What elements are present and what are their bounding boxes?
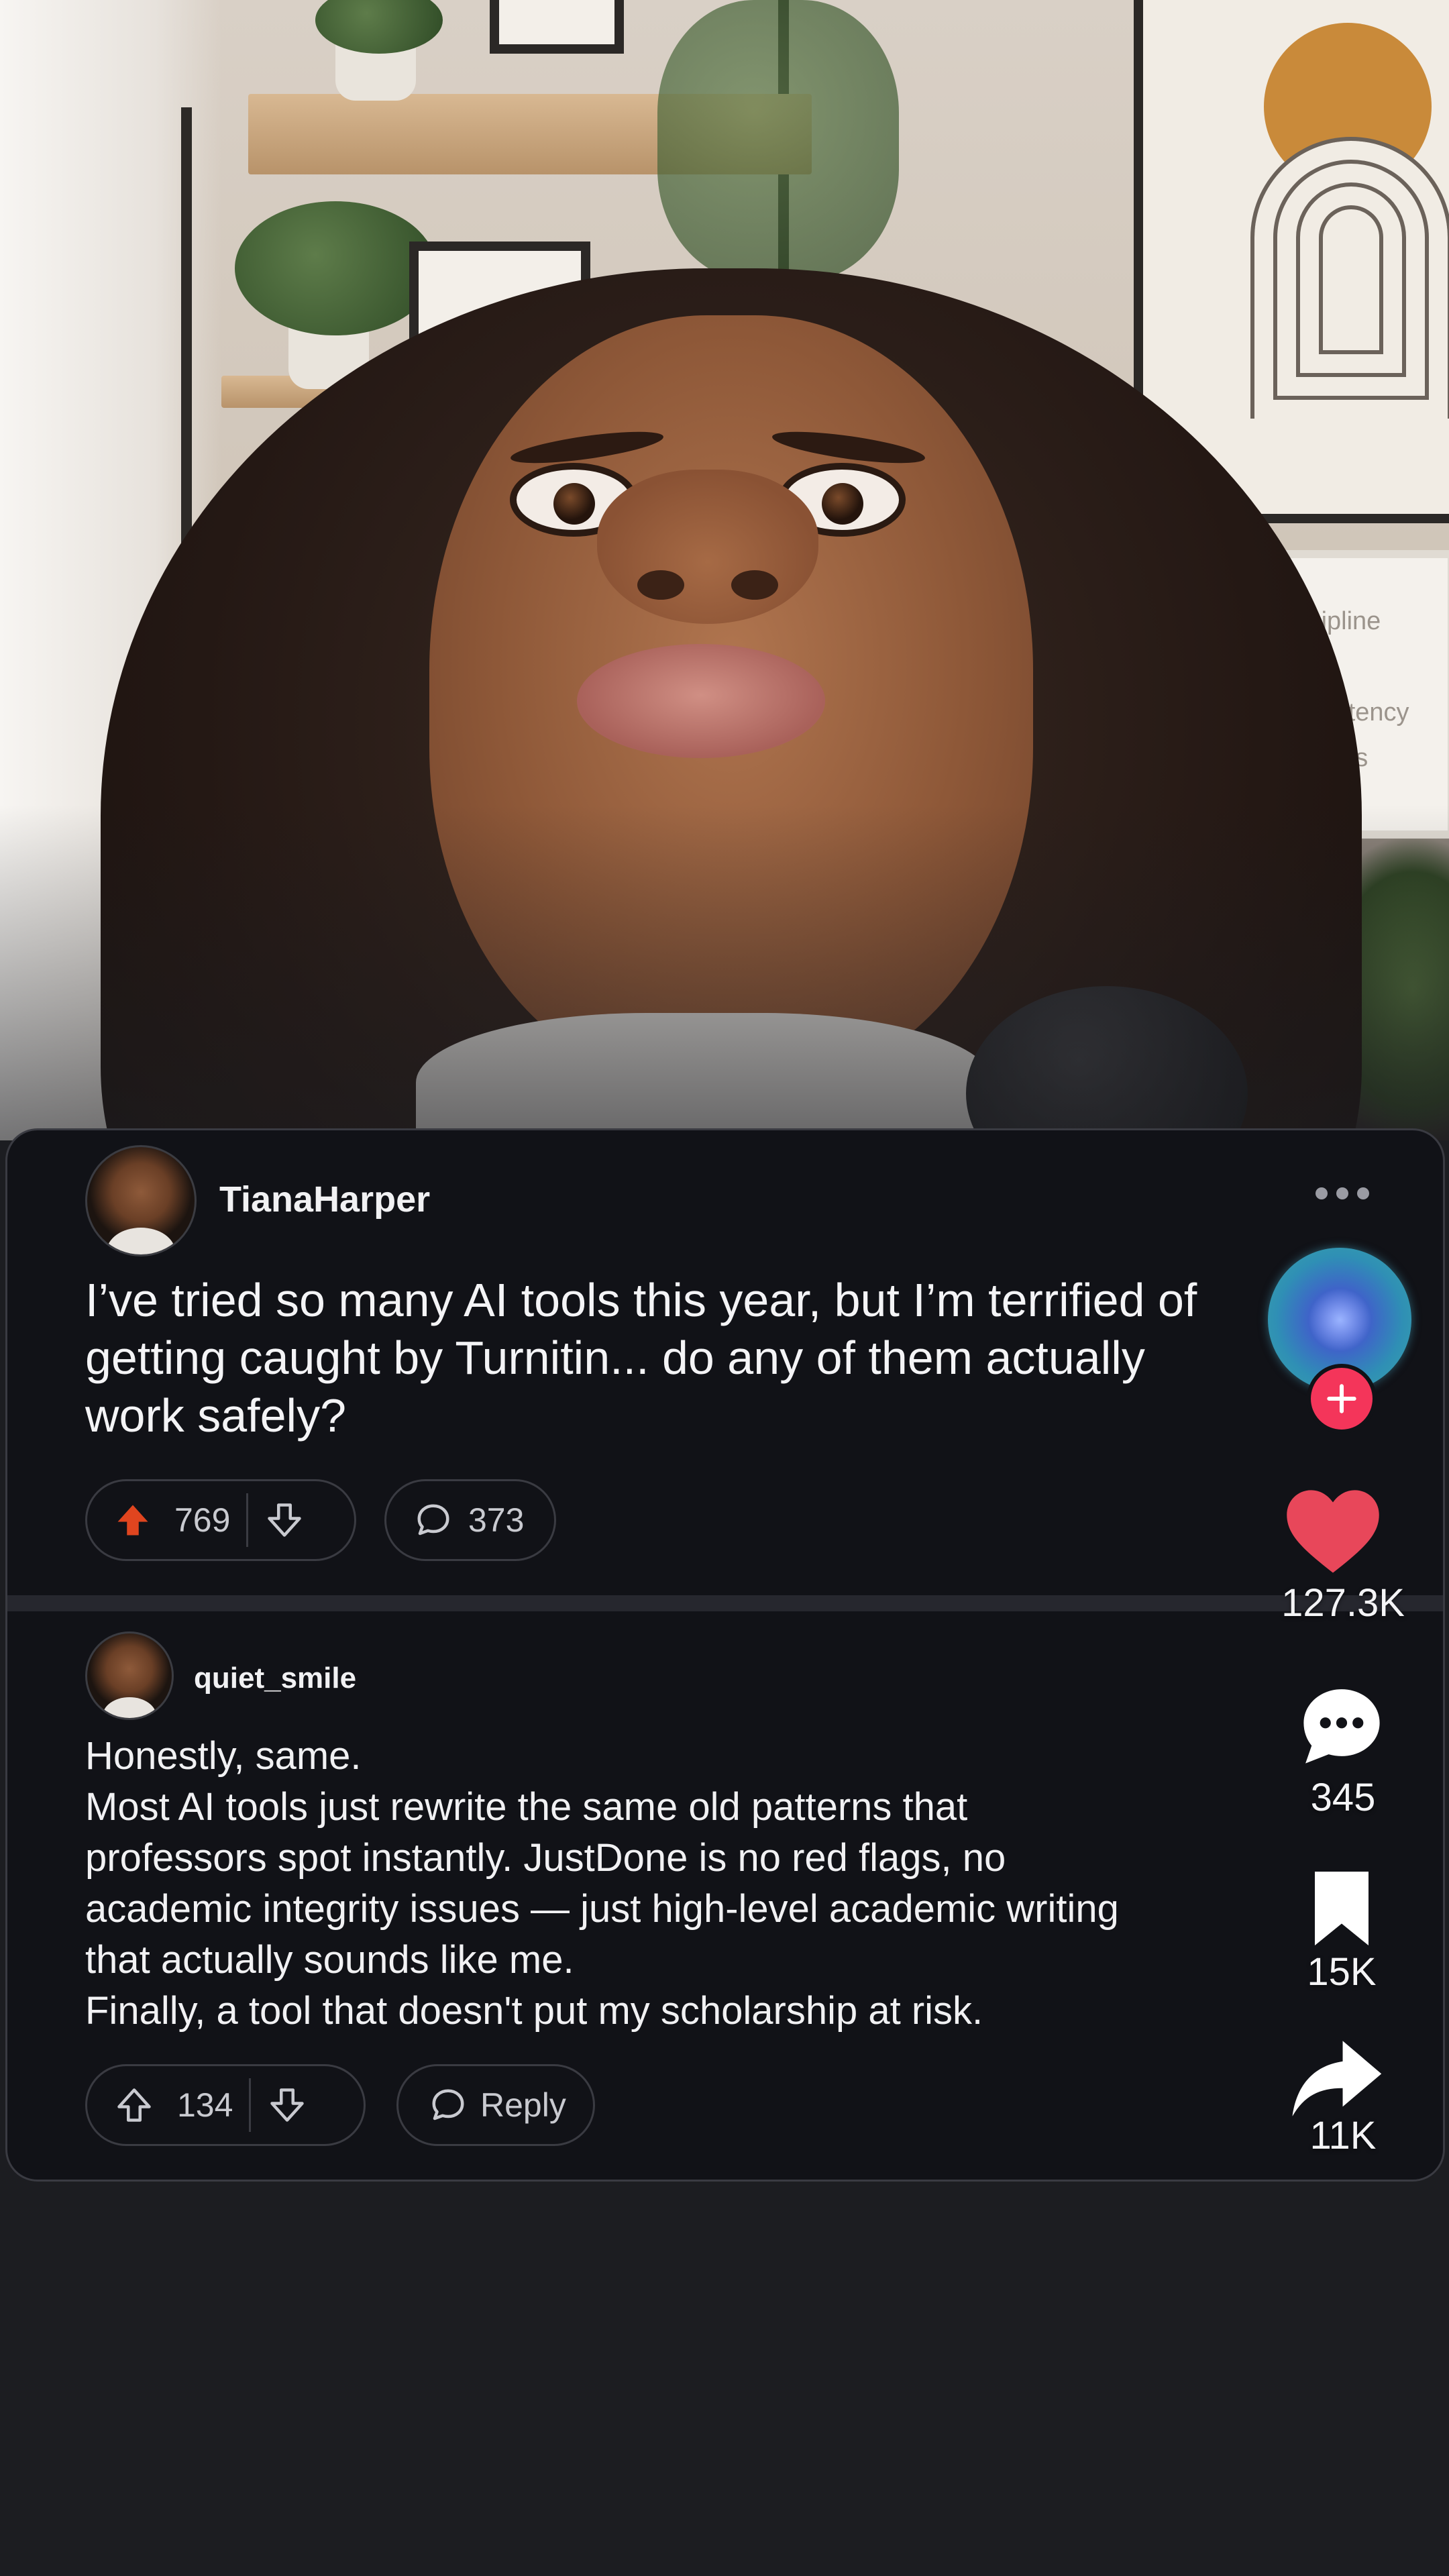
comment-line: Most AI tools just rewrite the same old … xyxy=(85,1785,968,1829)
comment-line: professors spot instantly. JustDone is n… xyxy=(85,1836,1006,1880)
comment-author-avatar[interactable] xyxy=(85,1631,174,1720)
screen: discipline focus consistency success Tia… xyxy=(0,0,1449,2576)
comment-line: that actually sounds like me. xyxy=(85,1938,574,1982)
nostril xyxy=(731,570,778,600)
comment-count: 345 xyxy=(1310,1776,1376,1819)
downvote-icon[interactable] xyxy=(267,2085,307,2125)
lips xyxy=(577,644,825,758)
like-count: 127.3K xyxy=(1281,1581,1405,1625)
bookmark-icon xyxy=(1315,1872,1368,1945)
upvote-icon[interactable] xyxy=(113,1500,153,1540)
post-author-avatar[interactable] xyxy=(85,1145,197,1256)
divider xyxy=(246,1493,249,1547)
share-arrow-icon xyxy=(1292,2041,1382,2116)
chat-bubble-icon xyxy=(1303,1689,1380,1764)
post-body: I’ve tried so many AI tools this year, b… xyxy=(85,1274,1197,1442)
comment-vote-pill: 134 xyxy=(85,2064,366,2146)
comment-line: academic integrity issues — just high-le… xyxy=(85,1887,1119,1931)
post-vote-pill: 769 xyxy=(85,1479,356,1561)
follow-button[interactable] xyxy=(1307,1364,1377,1434)
nostril xyxy=(637,570,684,600)
save-count: 15K xyxy=(1307,1950,1377,1994)
plant xyxy=(235,201,436,335)
comment-author-name[interactable]: quiet_smile xyxy=(194,1662,356,1695)
upvote-icon[interactable] xyxy=(114,2085,154,2125)
comment-upvote-count: 134 xyxy=(177,2086,233,2124)
reply-button[interactable]: Reply xyxy=(396,2064,595,2146)
comment-icon xyxy=(428,2085,468,2125)
save-button[interactable] xyxy=(1308,1868,1375,1952)
art-arch xyxy=(1250,137,1449,419)
comments-button[interactable] xyxy=(1298,1684,1385,1770)
post-comments-count: 373 xyxy=(468,1501,525,1539)
comment-body: Honestly, same. Most AI tools just rewri… xyxy=(85,1731,1279,2037)
section-divider xyxy=(7,1595,1443,1611)
reply-label: Reply xyxy=(480,2086,566,2124)
photo-frame xyxy=(490,0,624,54)
divider xyxy=(249,2078,252,2132)
comment-line: Honestly, same. xyxy=(85,1734,362,1778)
video-frame[interactable]: discipline focus consistency success xyxy=(0,0,1449,1140)
post-upvote-count: 769 xyxy=(174,1501,231,1539)
post-card: TianaHarper I’ve tried so many AI tools … xyxy=(5,1128,1445,2182)
post-comments-button[interactable]: 373 xyxy=(384,1479,556,1561)
post-author-name[interactable]: TianaHarper xyxy=(219,1179,430,1220)
more-options-icon[interactable] xyxy=(1316,1187,1369,1200)
comment-line: Finally, a tool that doesn't put my scho… xyxy=(85,1989,983,2033)
like-button[interactable] xyxy=(1283,1484,1383,1581)
heart-icon xyxy=(1287,1490,1379,1573)
plant xyxy=(315,0,443,54)
video-fade xyxy=(0,805,1449,1140)
hanging-plant xyxy=(657,0,899,282)
comment-icon xyxy=(413,1500,453,1540)
downvote-icon[interactable] xyxy=(264,1500,305,1540)
share-count: 11K xyxy=(1309,2114,1377,2157)
plus-icon xyxy=(1327,1384,1356,1413)
nose xyxy=(597,470,818,624)
